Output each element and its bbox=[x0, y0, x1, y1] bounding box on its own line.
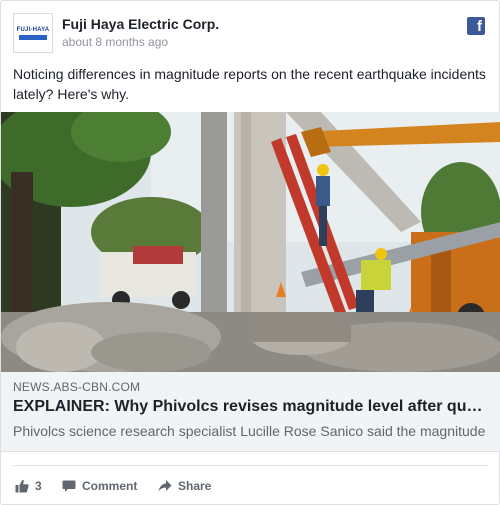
link-preview-image[interactable] bbox=[1, 112, 500, 372]
post-message: Noticing differences in magnitude report… bbox=[13, 66, 486, 102]
link-domain: NEWS.ABS-CBN.COM bbox=[13, 380, 141, 394]
facebook-icon[interactable]: f bbox=[467, 17, 485, 35]
post-timestamp[interactable]: about 8 months ago bbox=[62, 35, 168, 49]
share-button[interactable]: Share bbox=[158, 478, 211, 494]
page-name-link[interactable]: Fuji Haya Electric Corp. bbox=[62, 16, 219, 32]
thumbs-up-icon bbox=[15, 479, 29, 493]
link-description: Phivolcs science research specialist Luc… bbox=[13, 423, 486, 439]
earthquake-scene-image bbox=[1, 112, 500, 372]
link-title[interactable]: EXPLAINER: Why Phivolcs revises magnitud… bbox=[13, 398, 489, 416]
share-arrow-icon bbox=[158, 480, 172, 492]
facebook-post-card: FUJI-HAYA Fuji Haya Electric Corp. about… bbox=[0, 0, 500, 505]
comment-label: Comment bbox=[82, 479, 138, 493]
comment-button[interactable]: Comment bbox=[62, 478, 137, 494]
post-header: FUJI-HAYA Fuji Haya Electric Corp. about… bbox=[13, 13, 489, 53]
like-button[interactable]: 3 bbox=[15, 478, 42, 494]
avatar-logo-bar bbox=[19, 34, 47, 40]
like-count: 3 bbox=[35, 479, 42, 493]
link-preview-box[interactable]: NEWS.ABS-CBN.COM EXPLAINER: Why Phivolcs… bbox=[1, 372, 500, 452]
speech-bubble-icon bbox=[62, 480, 76, 492]
post-actions-bar: 3 Comment Share bbox=[13, 465, 489, 503]
share-label: Share bbox=[178, 479, 212, 493]
avatar-logo-text: FUJI-HAYA bbox=[16, 26, 50, 33]
page-avatar[interactable]: FUJI-HAYA bbox=[13, 13, 53, 53]
